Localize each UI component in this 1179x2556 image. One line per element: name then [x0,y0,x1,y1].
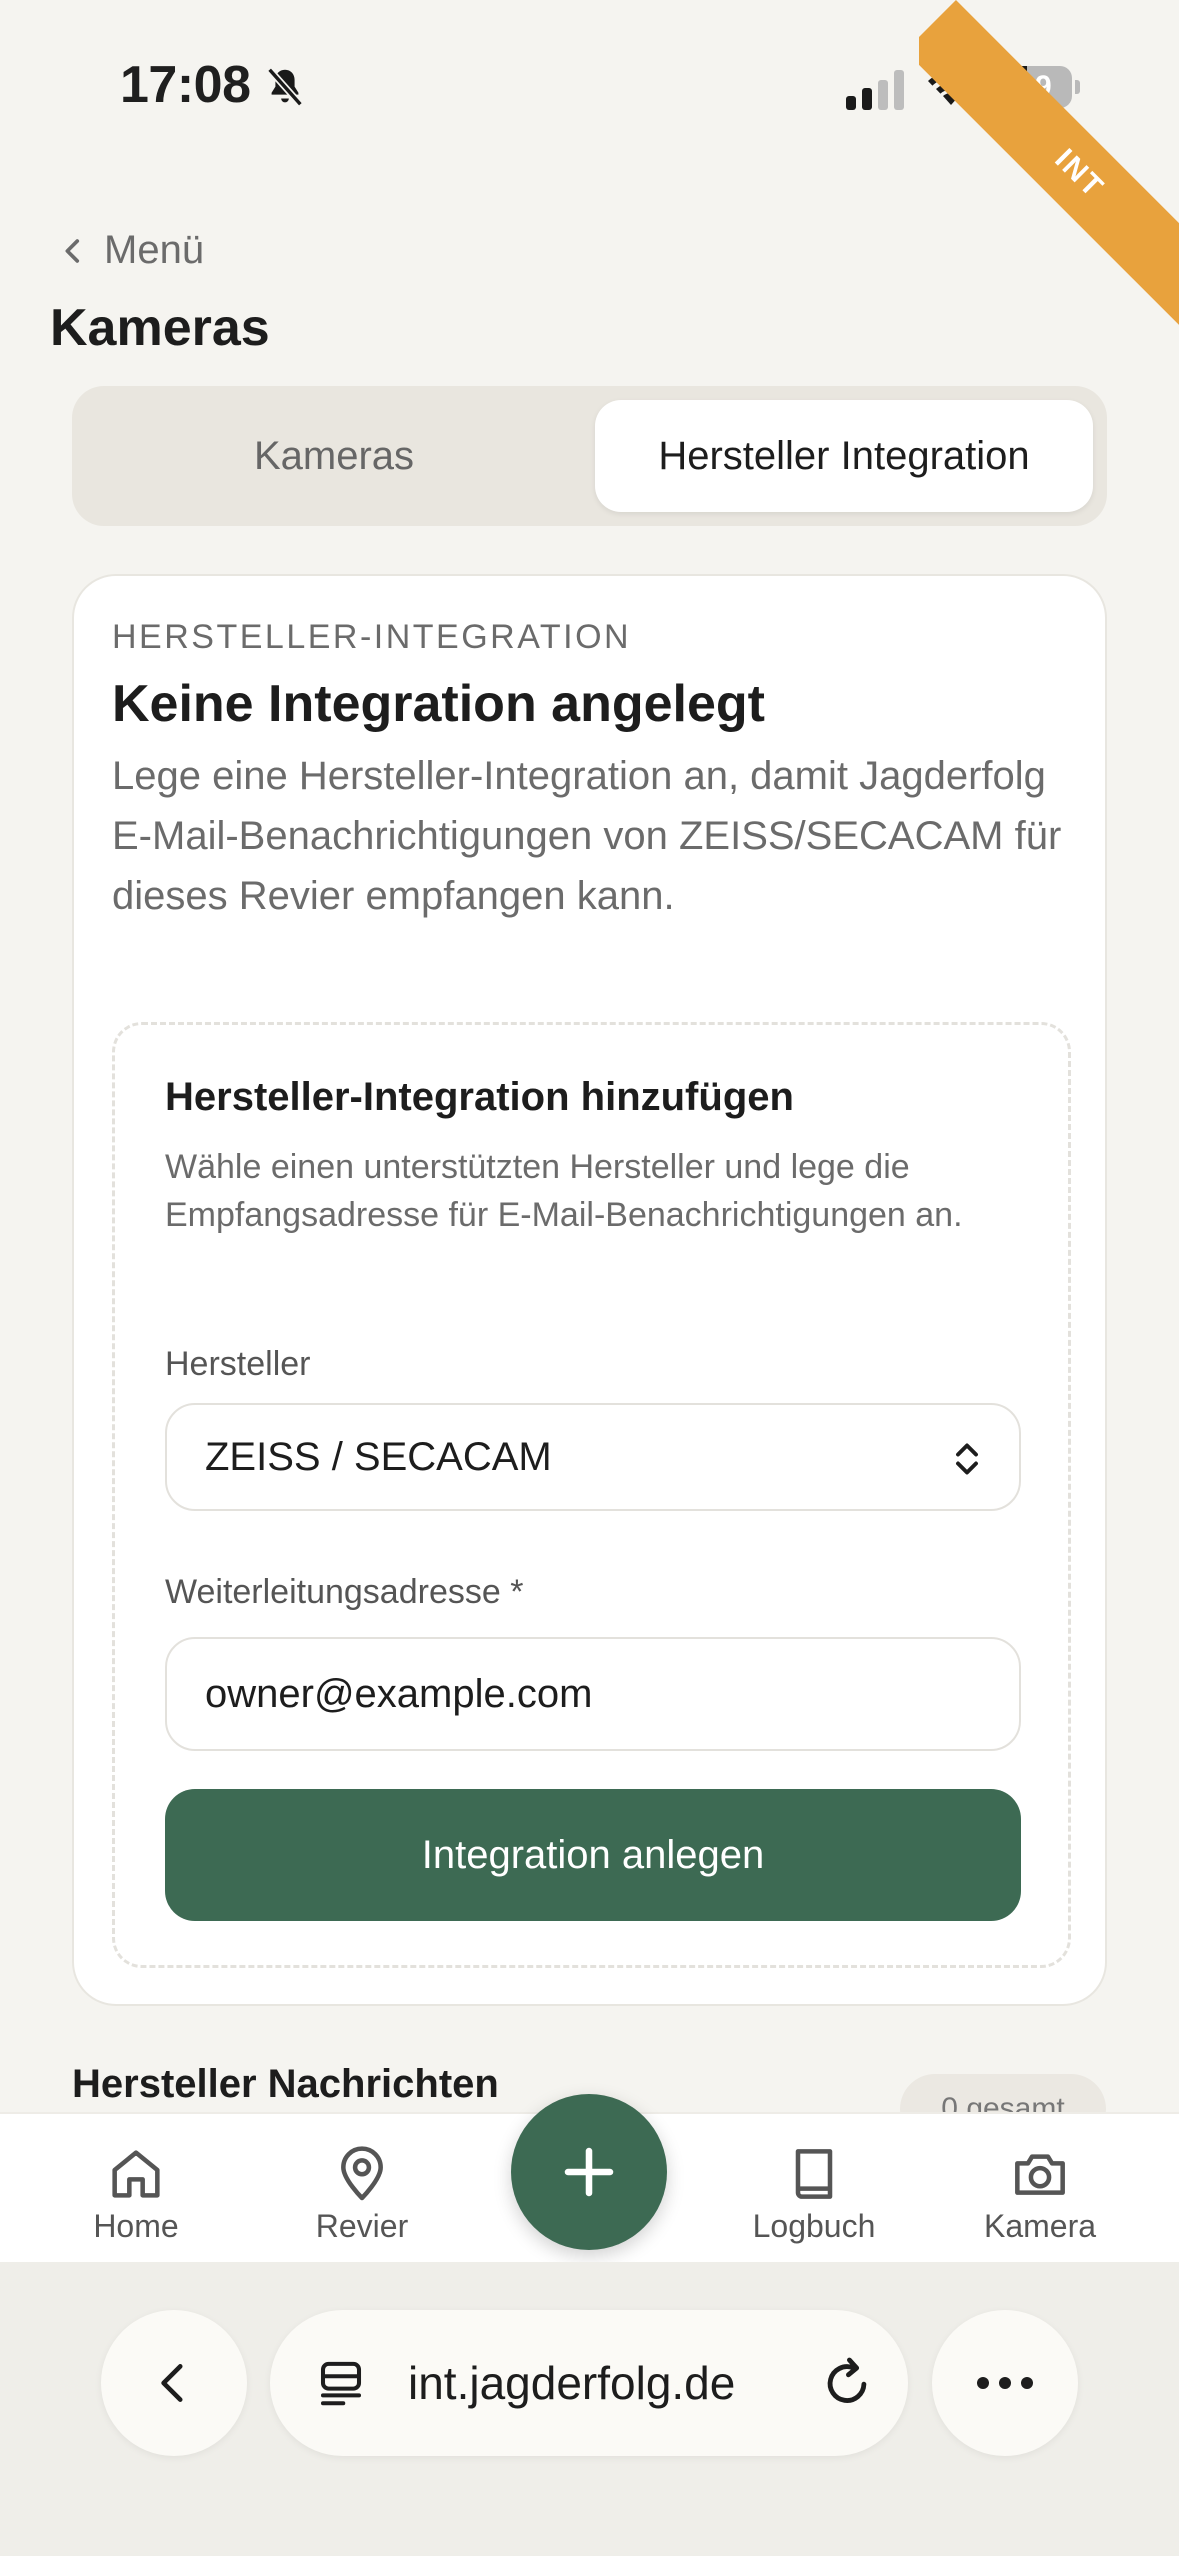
forwarding-address-value: owner@example.com [205,1672,593,1716]
chevron-left-icon [65,238,80,263]
create-integration-button[interactable]: Integration anlegen [165,1789,1021,1921]
page: 17:08 39 INT Menü Kameras Kameras Herste… [0,0,1179,2556]
tab-home[interactable]: Home [46,2142,226,2245]
battery-level: 39 [1018,70,1052,103]
book-icon [795,2149,833,2199]
environment-ribbon-label: INT [919,0,1179,348]
tab-revier[interactable]: Revier [272,2142,452,2245]
camera-icon [1015,2154,1065,2195]
card-eyebrow: HERSTELLER-INTEGRATION [112,618,632,656]
integration-card: HERSTELLER-INTEGRATION Keine Integration… [72,574,1107,2006]
cell-signal-icon [846,70,904,110]
card-title: Keine Integration angelegt [112,675,765,733]
back-to-menu-link[interactable]: Menü [56,228,204,273]
add-integration-form: Hersteller-Integration hinzufügen Wähle … [112,1022,1071,1968]
tab-hersteller-integration[interactable]: Hersteller Integration [595,400,1093,512]
address-label: Weiterleitungsadresse * [165,1573,524,1611]
tab-home-label: Home [93,2208,179,2244]
chevron-up-down-icon [956,1443,978,1475]
plus-icon [564,2147,614,2197]
tab-revier-label: Revier [315,2208,409,2244]
maker-select[interactable]: ZEISS / SECACAM [165,1403,1021,1511]
status-time: 17:08 [120,56,251,114]
address-bar[interactable]: int.jagderfolg.de [270,2310,908,2456]
more-dots-icon [977,2377,1033,2389]
browser-more-button[interactable] [932,2310,1078,2456]
home-icon [112,2150,160,2198]
chevron-left-icon [161,2364,183,2402]
form-title: Hersteller-Integration hinzufügen [165,1075,794,1119]
tab-logbuch-label: Logbuch [752,2208,876,2244]
back-link-label: Menü [104,228,205,272]
forwarding-address-input[interactable]: owner@example.com [165,1637,1021,1751]
page-title: Kameras [50,299,270,357]
maker-select-value: ZEISS / SECACAM [205,1435,552,1479]
maker-label: Hersteller [165,1345,311,1383]
reload-icon[interactable] [818,2354,876,2412]
messages-section-title: Hersteller Nachrichten [72,2062,499,2106]
add-button[interactable] [511,2094,667,2250]
address-bar-url: int.jagderfolg.de [408,2357,736,2409]
segmented-control: Kameras Hersteller Integration [72,386,1107,526]
tab-kamera[interactable]: Kamera [950,2142,1130,2245]
wifi-icon [928,71,974,105]
bell-muted-icon [267,67,303,107]
tab-kamera-label: Kamera [983,2208,1097,2244]
environment-ribbon: INT [919,0,1179,380]
card-description: Lege eine Hersteller-Integration an, dam… [112,754,1062,918]
tab-kameras[interactable]: Kameras [86,400,582,512]
battery-indicator: 39 [998,66,1080,108]
tab-logbuch[interactable]: Logbuch [724,2142,904,2245]
browser-back-button[interactable] [101,2310,247,2456]
map-pin-icon [341,2146,383,2201]
page-menu-icon [320,2361,362,2406]
form-description: Wähle einen unterstützten Hersteller und… [165,1148,963,1234]
